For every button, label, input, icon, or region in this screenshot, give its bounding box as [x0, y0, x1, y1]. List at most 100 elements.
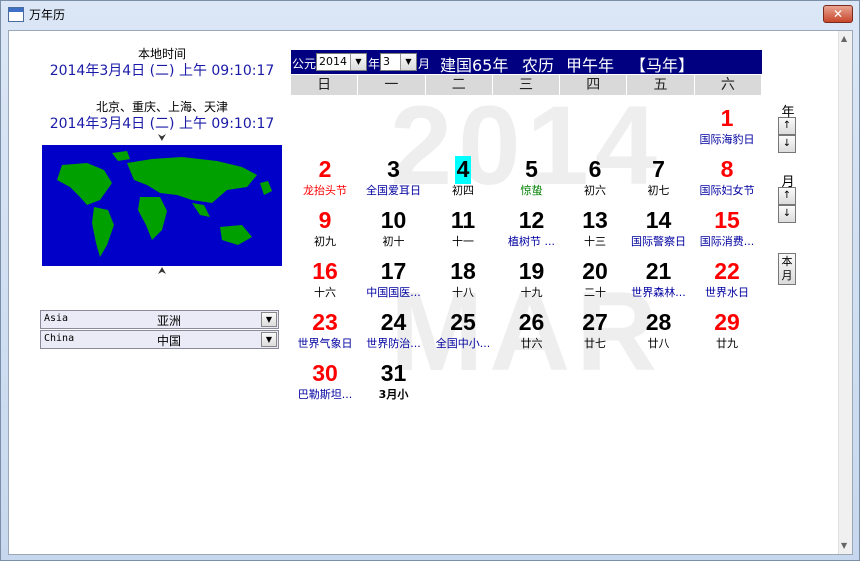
day-lunar-or-holiday: 十六	[314, 286, 336, 299]
day-number-wrap: 23	[291, 309, 359, 337]
day-cell[interactable]: 24 世界防治...	[359, 309, 428, 360]
day-cell[interactable]: 13 十三	[565, 207, 625, 258]
day-number-wrap: 17	[359, 258, 428, 286]
day-cell[interactable]: 4 初四	[428, 156, 498, 207]
year-unit: 年	[368, 57, 381, 71]
year-select[interactable]: 2014 ▼	[316, 53, 367, 71]
day-cell[interactable]: 16 十六	[291, 258, 359, 309]
weekday-sat: 六	[694, 75, 762, 95]
day-number-wrap: 4	[428, 156, 498, 184]
day-number-wrap: 21	[625, 258, 692, 286]
day-lunar-or-holiday: 廿八	[647, 337, 670, 350]
day-cell[interactable]: 6 初六	[565, 156, 625, 207]
day-cell[interactable]: 10 初十	[359, 207, 428, 258]
scroll-up-icon[interactable]: ▲	[841, 34, 847, 43]
day-cell[interactable]: 22 世界水日	[692, 258, 762, 309]
day-cell[interactable]: 1 国际海豹日	[692, 105, 762, 156]
continent-chinese: 亚洲	[157, 314, 182, 328]
title-bar: 万年历 ✕	[1, 1, 859, 29]
day-lunar-or-holiday: 廿七	[584, 337, 606, 350]
day-number: 9	[318, 207, 332, 233]
day-cell[interactable]: 30 巴勒斯坦...	[291, 360, 359, 411]
day-cell[interactable]: 9 初九	[291, 207, 359, 258]
city-time-value: 2014年3月4日 (二) 上午 09:10:17	[49, 116, 275, 132]
day-cell[interactable]: 5 惊蛰	[498, 156, 565, 207]
city-label: 北京、重庆、上海、天津	[95, 100, 228, 114]
country-select[interactable]: China 中国 ▼	[40, 330, 279, 349]
chevron-down-icon[interactable]: ▼	[350, 54, 366, 70]
day-cell[interactable]: 17 中国国医...	[359, 258, 428, 309]
day-number-wrap: 12	[498, 207, 565, 235]
month-nav-label: 月	[781, 175, 795, 190]
vertical-scrollbar[interactable]: ▲ ▼	[838, 31, 852, 554]
day-number: 13	[582, 207, 608, 233]
day-cell[interactable]: 12 植树节 ...	[498, 207, 565, 258]
day-cell[interactable]: 27 廿七	[565, 309, 625, 360]
day-number: 19	[518, 258, 545, 284]
day-number: 15	[714, 207, 740, 233]
day-lunar-or-holiday: 龙抬头节	[303, 184, 347, 197]
day-cell[interactable]: 14 国际警察日	[625, 207, 692, 258]
day-number: 31	[380, 360, 407, 386]
country-english: China	[44, 333, 75, 344]
day-cell[interactable]: 28 廿八	[625, 309, 692, 360]
day-number-wrap: 11	[428, 207, 498, 235]
day-number: 18	[450, 258, 476, 284]
day-number: 23	[312, 309, 338, 335]
month-value: 3	[383, 55, 390, 68]
continent-select[interactable]: Asia 亚洲 ▼	[40, 310, 279, 329]
day-lunar-or-holiday: 巴勒斯坦...	[297, 388, 353, 401]
day-number: 16	[312, 258, 338, 284]
day-number-wrap: 2	[291, 156, 359, 184]
day-number-wrap: 22	[692, 258, 762, 286]
day-lunar-or-holiday: 植树节 ...	[508, 235, 555, 248]
day-cell[interactable]: 11 十一	[428, 207, 498, 258]
day-cell[interactable]: 25 全国中小...	[428, 309, 498, 360]
day-number: 28	[645, 309, 672, 335]
next-year-button[interactable]: ↓	[778, 135, 796, 153]
current-month-button[interactable]: 本月	[778, 253, 796, 285]
day-cell[interactable]: 21 世界森林...	[625, 258, 692, 309]
weekday-mon: 一	[358, 75, 426, 95]
day-cell[interactable]: 29 廿九	[692, 309, 762, 360]
day-number-wrap: 24	[359, 309, 428, 337]
day-number-wrap: 26	[498, 309, 565, 337]
day-cell[interactable]: 20 二十	[565, 258, 625, 309]
weekday-wed: 三	[492, 75, 561, 95]
day-number-wrap: 7	[625, 156, 692, 184]
city-clock: 北京、重庆、上海、天津 2014年3月4日 (二) 上午 09:10:17	[42, 98, 282, 133]
day-cell[interactable]: 18 十八	[428, 258, 498, 309]
day-lunar-or-holiday: 全国中小...	[435, 337, 491, 350]
day-number-wrap: 28	[625, 309, 692, 337]
weekday-fri: 五	[627, 75, 695, 95]
chevron-down-icon[interactable]: ▼	[261, 332, 277, 347]
day-lunar-or-holiday: 初六	[584, 184, 606, 197]
day-number-wrap: 3	[359, 156, 428, 184]
close-button[interactable]: ✕	[823, 5, 853, 23]
day-cell[interactable]: 19 十九	[498, 258, 565, 309]
day-cell[interactable]: 31 3月小	[359, 360, 428, 411]
day-lunar-or-holiday: 国际消费...	[699, 235, 755, 248]
day-number: 4	[454, 156, 472, 184]
day-cell[interactable]: 7 初七	[625, 156, 692, 207]
next-month-button[interactable]: ↓	[778, 205, 796, 223]
day-lunar-or-holiday: 十一	[452, 235, 474, 248]
day-cell[interactable]: 23 世界气象日	[291, 309, 359, 360]
chevron-down-icon[interactable]: ▼	[400, 54, 416, 70]
day-cell[interactable]: 15 国际消费...	[692, 207, 762, 258]
day-cell[interactable]: 3 全国爱耳日	[359, 156, 428, 207]
chevron-down-icon[interactable]: ▼	[261, 312, 277, 327]
day-number-wrap: 18	[428, 258, 498, 286]
day-cell[interactable]: 8 国际妇女节	[692, 156, 762, 207]
month-select[interactable]: 3 ▼	[380, 53, 417, 71]
day-lunar-or-holiday: 廿九	[716, 337, 738, 350]
window-title: 万年历	[29, 8, 66, 22]
day-number-wrap: 6	[565, 156, 625, 184]
scroll-down-icon[interactable]: ▼	[841, 541, 847, 550]
day-cell[interactable]: 26 廿六	[498, 309, 565, 360]
day-cell[interactable]: 2 龙抬头节	[291, 156, 359, 207]
day-number-wrap: 5	[498, 156, 565, 184]
world-map[interactable]	[42, 145, 282, 266]
map-bottom-marker-icon: ⮝	[157, 266, 167, 277]
app-icon	[8, 7, 24, 22]
